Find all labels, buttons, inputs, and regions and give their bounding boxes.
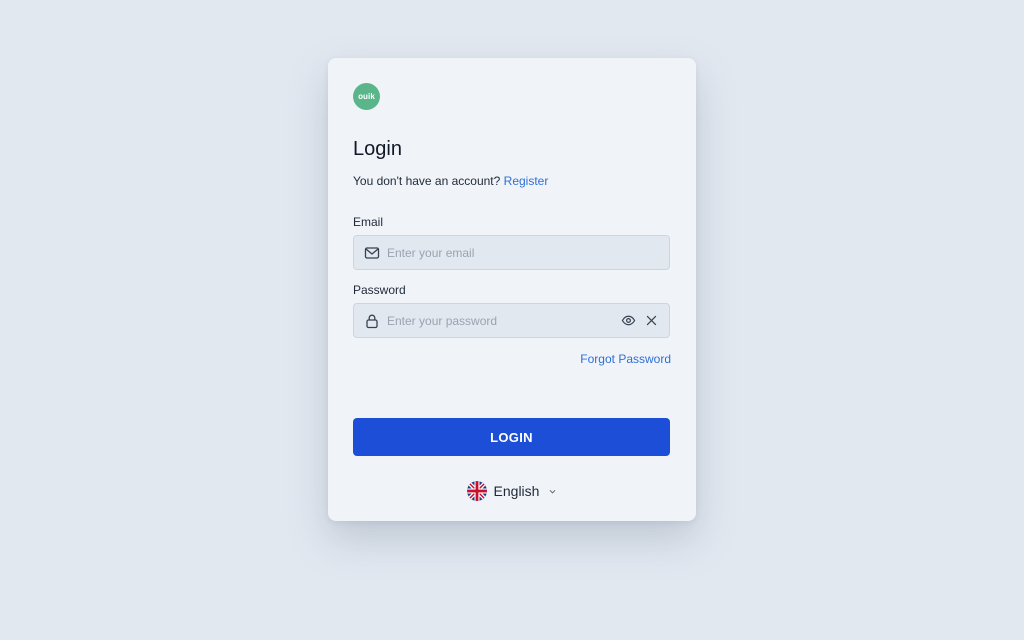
forgot-password-row: Forgot Password (353, 352, 671, 366)
no-account-text: You don't have an account? (353, 174, 501, 188)
mail-icon (364, 245, 380, 261)
language-label: English (493, 483, 540, 499)
email-input[interactable] (387, 236, 659, 269)
login-card: ouik Login You don't have an account? Re… (328, 58, 696, 521)
login-button[interactable]: LOGIN (353, 418, 670, 456)
language-selector[interactable]: English (353, 481, 671, 501)
eye-icon[interactable] (620, 313, 636, 329)
brand-logo-text: ouik (358, 92, 375, 101)
lock-icon (364, 313, 380, 329)
password-input[interactable] (387, 304, 613, 337)
password-field-wrapper (353, 303, 670, 338)
register-link[interactable]: Register (504, 174, 549, 188)
page-title: Login (353, 138, 402, 160)
email-field-wrapper (353, 235, 670, 270)
chevron-down-icon (547, 486, 557, 496)
forgot-password-link[interactable]: Forgot Password (580, 352, 671, 366)
brand-logo: ouik (353, 83, 380, 110)
uk-flag-icon (466, 481, 487, 501)
close-icon[interactable] (643, 313, 659, 329)
email-label: Email (353, 215, 384, 229)
register-prompt: You don't have an account? Register (353, 174, 671, 188)
password-label: Password (353, 283, 406, 297)
